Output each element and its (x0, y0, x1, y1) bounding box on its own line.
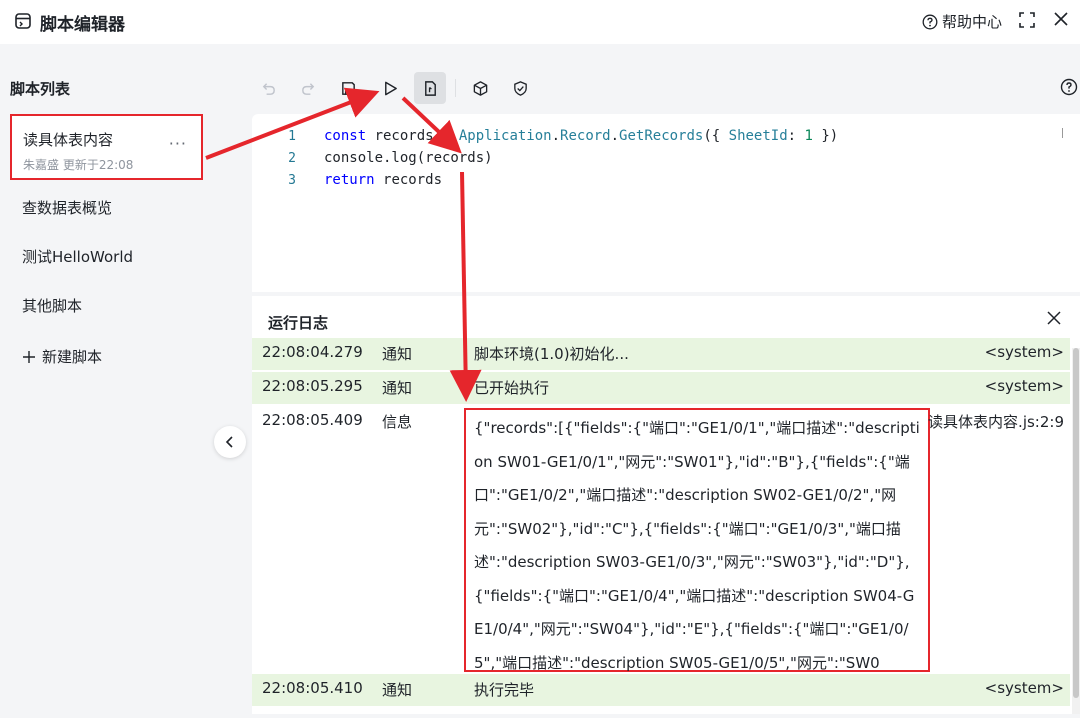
run-button[interactable] (374, 72, 406, 104)
help-icon[interactable] (1060, 78, 1078, 96)
code-token: const (324, 128, 375, 144)
package-button[interactable] (464, 72, 496, 104)
title-bar: 脚本编辑器 帮助中心 (0, 0, 1080, 44)
code-token: Record (560, 128, 611, 144)
log-source: <system> (984, 679, 1064, 697)
log-message: 脚本环境(1.0)初始化... (474, 345, 629, 363)
log-row: 22:08:04.279 通知 脚本环境(1.0)初始化... <system> (252, 338, 1070, 370)
code-text: console.log(records) (324, 150, 493, 166)
script-item-label: 查数据表概览 (22, 199, 113, 217)
log-source-link[interactable]: 读具体表内容.js:2:9 (928, 411, 1064, 432)
script-item-label: 读具体表内容 (23, 131, 114, 149)
script-item-label: 测试HelloWorld (22, 248, 134, 266)
code-token: ({ (703, 128, 729, 144)
code-token: return (324, 172, 384, 188)
log-level: 通知 (382, 681, 413, 699)
log-message-highlighted: {"records":[{"fields":{"端口":"GE1/0/1","端… (464, 408, 930, 705)
code-token: : (787, 128, 805, 144)
script-item-label: 其他脚本 (22, 297, 83, 315)
new-script-button[interactable]: 新建脚本 (22, 346, 102, 367)
package-icon (473, 80, 487, 96)
log-level: 通知 (382, 379, 413, 397)
more-options-icon[interactable]: ··· (169, 134, 187, 153)
line-number: 3 (288, 173, 296, 188)
script-item[interactable]: 其他脚本 (0, 282, 250, 328)
log-source: <system> (984, 343, 1064, 361)
log-row: 22:08:05.409 信息 {"records":[{"fields":{"… (252, 406, 1070, 705)
script-item[interactable]: 测试HelloWorld (0, 233, 250, 279)
line-number: 2 (288, 151, 296, 166)
log-message: 执行完毕 (474, 681, 535, 699)
help-center-label: 帮助中心 (941, 13, 1002, 31)
save-button[interactable] (332, 72, 364, 104)
log-time: 22:08:04.279 (262, 343, 363, 361)
sidebar-title: 脚本列表 (10, 80, 71, 98)
script-item-active[interactable]: 读具体表内容 朱嘉盛 更新于22:08 ··· (10, 114, 203, 180)
log-time: 22:08:05.295 (262, 377, 363, 395)
log-time: 22:08:05.409 (262, 411, 363, 429)
code-token: GetRecords (619, 128, 704, 144)
log-row: 22:08:05.295 通知 已开始执行 <system> (252, 372, 1070, 404)
editor-toolbar (250, 70, 1080, 108)
code-editor[interactable]: 1 const records = Application.Record.GetR… (252, 114, 1080, 292)
code-token: records = (374, 128, 459, 144)
window-title: 脚本编辑器 (40, 15, 125, 35)
chevron-left-icon (225, 436, 233, 448)
debug-icon (424, 80, 436, 96)
redo-icon (301, 82, 314, 95)
code-token: }) (812, 128, 839, 144)
save-icon (341, 81, 355, 95)
fullscreen-icon[interactable] (1018, 11, 1036, 29)
script-list-sidebar: 脚本列表 读具体表内容 朱嘉盛 更新于22:08 ··· 查数据表概览 测试He… (0, 44, 250, 718)
new-script-label: 新建脚本 (42, 348, 103, 366)
code-text: const records = Application.Record.GetRe… (324, 128, 838, 144)
undo-icon (262, 82, 275, 95)
log-level: 信息 (382, 413, 413, 431)
shield-check-icon (513, 80, 527, 96)
code-token: . (551, 128, 561, 144)
script-item[interactable]: 查数据表概览 (0, 184, 250, 230)
plus-icon (23, 350, 35, 363)
log-source: <system> (984, 377, 1064, 395)
code-token: Application (458, 128, 552, 144)
close-log-icon[interactable] (1046, 310, 1062, 326)
code-token: console.log(records) (324, 150, 493, 166)
close-icon[interactable] (1052, 10, 1070, 28)
collapse-sidebar-button[interactable] (214, 426, 246, 458)
log-time: 22:08:05.410 (262, 679, 363, 697)
run-log-panel: 运行日志 22:08:04.279 通知 脚本环境(1.0)初始化... <sy… (252, 296, 1080, 714)
log-message: 已开始执行 (474, 379, 550, 397)
code-token: 1 (804, 128, 813, 144)
help-center-button[interactable]: 帮助中心 (922, 11, 1002, 32)
log-title: 运行日志 (268, 314, 329, 332)
editor-ruler (1062, 128, 1063, 138)
line-number: 1 (288, 129, 296, 144)
play-icon (384, 81, 397, 95)
log-scrollbar[interactable] (1072, 348, 1080, 714)
debug-button[interactable] (414, 72, 446, 104)
code-token: . (610, 128, 620, 144)
redo-button[interactable] (292, 72, 324, 104)
script-item-meta: 朱嘉盛 更新于22:08 (23, 158, 134, 172)
log-scroll-thumb[interactable] (1073, 348, 1079, 698)
code-text: return records (324, 172, 442, 188)
code-token: SheetId (728, 128, 788, 144)
log-row: 22:08:05.410 通知 执行完毕 <system> (252, 674, 1070, 706)
toolbar-divider (455, 79, 456, 97)
code-token: records (383, 172, 443, 188)
script-editor-icon (15, 13, 31, 29)
question-circle-icon (922, 14, 938, 29)
undo-button[interactable] (252, 72, 284, 104)
permission-button[interactable] (504, 72, 536, 104)
log-level: 通知 (382, 345, 413, 363)
